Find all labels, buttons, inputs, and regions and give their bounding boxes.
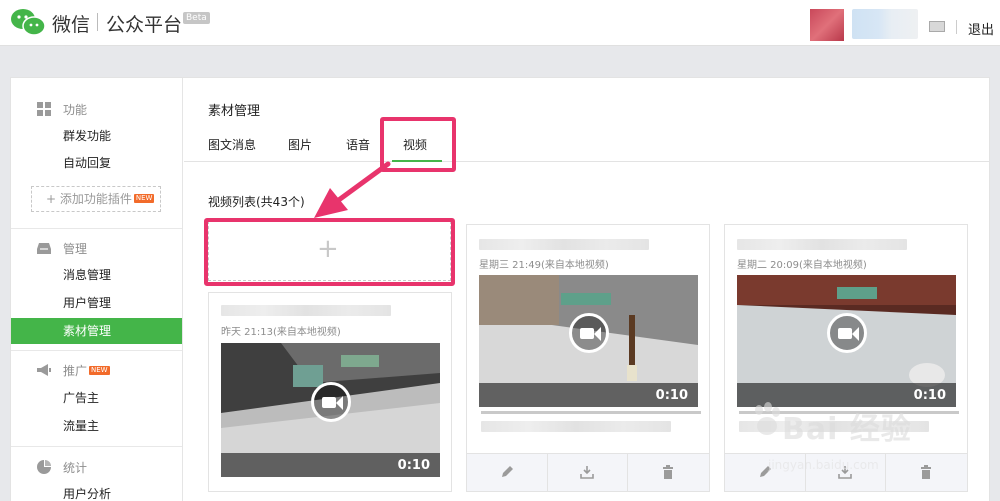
video-progress-bar xyxy=(481,411,701,414)
sidebar-divider xyxy=(11,350,182,351)
account-name[interactable] xyxy=(852,9,918,39)
video-title-blurred xyxy=(221,305,391,316)
sidebar-item-traffic-host[interactable]: 流量主 xyxy=(11,413,182,439)
sidebar-item-broadcast[interactable]: 群发功能 xyxy=(11,123,182,149)
play-icon[interactable] xyxy=(569,313,609,353)
highlight-box-add xyxy=(204,218,455,286)
sidebar-divider xyxy=(11,446,182,447)
download-button[interactable] xyxy=(548,454,629,492)
add-plugin-button[interactable]: + 添加功能插件 NEW xyxy=(31,186,161,212)
video-meta: 星期三 21:49(来自本地视频) xyxy=(479,260,609,271)
avatar[interactable] xyxy=(810,9,844,41)
brand-subtitle: 公众平台 xyxy=(106,14,183,36)
brand-separator xyxy=(97,13,98,31)
video-camera-icon xyxy=(838,328,852,339)
paw-icon xyxy=(755,402,780,435)
watermark-text: Bai 经验 xyxy=(782,412,912,447)
brand-name: 微信 xyxy=(52,14,91,36)
sidebar-section-label: 功能 xyxy=(63,103,88,117)
video-desc-blurred xyxy=(481,421,671,432)
sidebar-item-materials[interactable]: 素材管理 xyxy=(11,318,182,344)
video-camera-icon xyxy=(322,397,336,408)
tab-news[interactable]: 图文消息 xyxy=(208,136,256,153)
video-thumbnail[interactable]: 0:10 xyxy=(479,275,698,407)
sidebar-item-user-analysis[interactable]: 用户分析 xyxy=(11,481,182,501)
new-badge: NEW xyxy=(89,366,110,375)
add-plugin-label: 添加功能插件 xyxy=(59,192,132,206)
sidebar-item-advertiser[interactable]: 广告主 xyxy=(11,385,182,411)
sidebar-item-auto-reply[interactable]: 自动回复 xyxy=(11,150,182,176)
annotation-arrow-icon xyxy=(314,161,391,218)
tab-voice[interactable]: 语音 xyxy=(346,136,370,153)
video-meta: 昨天 21:13(来自本地视频) xyxy=(221,327,341,338)
video-card[interactable]: 昨天 21:13(来自本地视频) 0:10 xyxy=(208,292,452,492)
video-thumbnail[interactable]: 0:10 xyxy=(737,275,956,407)
edit-button[interactable] xyxy=(467,454,548,492)
video-card[interactable]: 星期三 21:49(来自本地视频) 0:10 xyxy=(466,224,710,492)
sidebar: 功能 群发功能 自动回复 + 添加功能插件 NEW 管理 消息管理 用户管理 素材… xyxy=(11,78,183,501)
sidebar-item-messages[interactable]: 消息管理 xyxy=(11,262,182,288)
mail-icon[interactable] xyxy=(929,21,945,32)
video-title-blurred xyxy=(479,239,649,250)
video-list-title: 视频列表(共43个) xyxy=(208,195,305,209)
video-title-blurred xyxy=(737,239,907,250)
video-duration: 0:10 xyxy=(397,458,430,473)
download-icon xyxy=(580,466,595,479)
video-thumbnail[interactable]: 0:10 xyxy=(221,343,440,477)
play-icon[interactable] xyxy=(311,382,351,422)
sidebar-section-label: 统计 xyxy=(63,461,88,475)
top-bar: 微信 公众平台 Beta 退出 xyxy=(0,0,1000,46)
topbar-separator xyxy=(956,20,957,34)
video-duration: 0:10 xyxy=(655,388,688,403)
sidebar-section-function: 功能 xyxy=(37,101,87,118)
play-icon[interactable] xyxy=(827,313,867,353)
pencil-icon xyxy=(501,466,513,477)
sidebar-section-label: 管理 xyxy=(63,242,88,256)
trash-icon xyxy=(663,465,674,479)
sidebar-section-manage: 管理 xyxy=(37,240,87,257)
video-meta: 星期二 20:09(来自本地视频) xyxy=(737,260,867,271)
tab-images[interactable]: 图片 xyxy=(288,136,312,153)
page-title: 素材管理 xyxy=(208,104,261,119)
sidebar-divider xyxy=(11,228,182,229)
wechat-logo-icon xyxy=(11,9,46,36)
sidebar-section-promote: 推广 NEW xyxy=(37,362,110,379)
video-card-toolbar xyxy=(467,453,709,492)
megaphone-icon xyxy=(37,364,51,376)
video-camera-icon xyxy=(580,328,594,339)
inbox-icon xyxy=(37,243,51,254)
grid-icon xyxy=(37,102,51,116)
sidebar-section-stats: 统计 xyxy=(37,459,87,476)
sidebar-item-users[interactable]: 用户管理 xyxy=(11,290,182,316)
beta-badge: Beta xyxy=(183,12,210,24)
plus-icon: + xyxy=(46,192,60,206)
sidebar-section-label: 推广 xyxy=(63,364,88,378)
delete-button[interactable] xyxy=(628,454,709,492)
watermark-url: jingyan.baidu.com xyxy=(768,458,879,472)
new-badge: NEW xyxy=(133,194,155,203)
pie-chart-icon xyxy=(37,460,51,474)
baidu-watermark: Bai 经验 jingyan.baidu.com xyxy=(752,396,992,486)
tab-bar: 图文消息 图片 语音 视频 xyxy=(184,128,989,162)
logout-link[interactable]: 退出 xyxy=(968,19,994,38)
